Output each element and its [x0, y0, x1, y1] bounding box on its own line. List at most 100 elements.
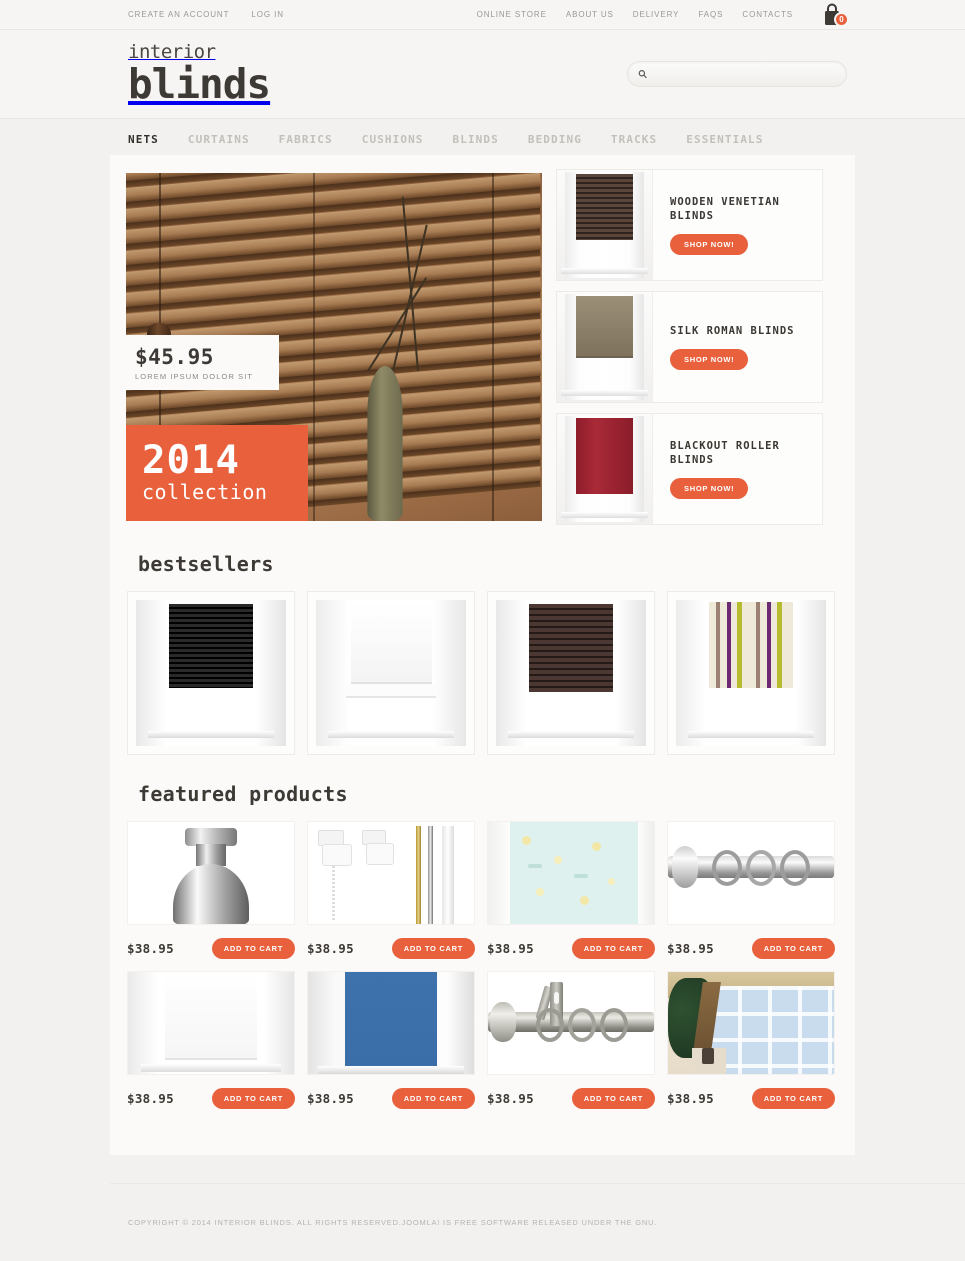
venetian-blind-graphic: [576, 174, 633, 240]
promo-title: BLACKOUT ROLLER BLINDS: [670, 439, 780, 466]
bestseller-card[interactable]: [127, 591, 295, 755]
featured-product-item: $38.95 ADD TO CART: [667, 971, 835, 1109]
shop-now-button[interactable]: SHOP NOW!: [670, 478, 749, 500]
about-us-link[interactable]: ABOUT US: [566, 10, 614, 19]
promo-thumb: [557, 414, 653, 524]
roller-blind-graphic: [576, 418, 633, 494]
search-input[interactable]: [653, 69, 836, 79]
bestseller-card[interactable]: [667, 591, 835, 755]
product-price: $38.95: [127, 1091, 174, 1106]
white-roller-blind-image[interactable]: [127, 971, 295, 1075]
blue-roller-blind-image[interactable]: [307, 971, 475, 1075]
promo-title: SILK ROMAN BLINDS: [670, 324, 795, 337]
hero-banner[interactable]: $45.95 LOREM IPSUM DOLOR SIT 2014 collec…: [122, 169, 546, 525]
hero-row: $45.95 LOREM IPSUM DOLOR SIT 2014 collec…: [122, 169, 843, 525]
product-price: $38.95: [667, 1091, 714, 1106]
pewter-curtain-pole-image[interactable]: [487, 971, 655, 1075]
curtain-track-brackets-image[interactable]: [307, 821, 475, 925]
shop-now-button[interactable]: SHOP NOW!: [670, 349, 749, 371]
promo-body: SILK ROMAN BLINDS SHOP NOW!: [653, 292, 822, 402]
conservatory-pleated-blinds-image[interactable]: [667, 971, 835, 1075]
hero-subtitle: LOREM IPSUM DOLOR SIT: [135, 372, 254, 381]
create-account-link[interactable]: CREATE AN ACCOUNT: [128, 10, 229, 19]
main-navigation: NETS CURTAINS FABRICS CUSHIONS BLINDS BE…: [0, 118, 965, 160]
hero-year: 2014: [142, 437, 240, 483]
chrome-finial-image[interactable]: [127, 821, 295, 925]
add-to-cart-button[interactable]: ADD TO CART: [211, 938, 295, 959]
add-to-cart-button[interactable]: ADD TO CART: [211, 1088, 295, 1109]
promo-card-silk-roman[interactable]: SILK ROMAN BLINDS SHOP NOW!: [556, 291, 823, 403]
featured-product-item: $38.95 ADD TO CART: [307, 971, 475, 1109]
steel-curtain-pole-rings-image[interactable]: [667, 821, 835, 925]
featured-product-item: $38.95 ADD TO CART: [127, 971, 295, 1109]
footer: COPYRIGHT © 2014 INTERIOR BLINDS. ALL RI…: [110, 1183, 965, 1261]
roman-blind-graphic: [576, 296, 633, 358]
bestsellers-heading: bestsellers: [138, 552, 274, 576]
featured-product-row: $38.95 ADD TO CART: [667, 938, 835, 959]
promo-card-blackout-roller[interactable]: BLACKOUT ROLLER BLINDS SHOP NOW!: [556, 413, 823, 525]
add-to-cart-button[interactable]: ADD TO CART: [751, 938, 835, 959]
log-in-link[interactable]: LOG IN: [251, 10, 284, 19]
featured-product-item: $38.95 ADD TO CART: [667, 821, 835, 959]
nav-item-curtains[interactable]: CURTAINS: [188, 133, 250, 146]
add-to-cart-button[interactable]: ADD TO CART: [751, 1088, 835, 1109]
featured-product-row: $38.95 ADD TO CART: [127, 1088, 295, 1109]
bestseller-card[interactable]: [307, 591, 475, 755]
promo-body: WOODEN VENETIAN BLINDS SHOP NOW!: [653, 170, 822, 280]
promo-card-wooden-venetian[interactable]: WOODEN VENETIAN BLINDS SHOP NOW!: [556, 169, 823, 281]
add-to-cart-button[interactable]: ADD TO CART: [391, 1088, 475, 1109]
add-to-cart-button[interactable]: ADD TO CART: [571, 1088, 655, 1109]
delivery-link[interactable]: DELIVERY: [633, 10, 680, 19]
copyright-text: COPYRIGHT © 2014 INTERIOR BLINDS. ALL RI…: [128, 1218, 658, 1227]
striped-roman-blind-image: [676, 600, 826, 746]
cart-button[interactable]: 0: [821, 3, 849, 27]
product-price: $38.95: [487, 1091, 534, 1106]
promo-thumb: [557, 292, 653, 402]
cart-count-badge: 0: [834, 11, 849, 27]
featured-products-heading: featured products: [138, 782, 348, 806]
featured-product-row: $38.95 ADD TO CART: [487, 938, 655, 959]
promo-cards: WOODEN VENETIAN BLINDS SHOP NOW! SILK RO…: [556, 169, 823, 525]
product-price: $38.95: [667, 941, 714, 956]
nav-item-nets[interactable]: NETS: [128, 133, 159, 146]
online-store-link[interactable]: ONLINE STORE: [477, 10, 547, 19]
nav-item-cushions[interactable]: CUSHIONS: [362, 133, 424, 146]
header: interior blinds: [0, 30, 965, 118]
featured-product-row: $38.95 ADD TO CART: [307, 938, 475, 959]
hero-collection-banner[interactable]: 2014 collection: [126, 424, 308, 521]
promo-body: BLACKOUT ROLLER BLINDS SHOP NOW!: [653, 414, 822, 524]
product-price: $38.95: [307, 1091, 354, 1106]
promo-thumb: [557, 170, 653, 280]
topbar-left-links: CREATE AN ACCOUNT LOG IN: [128, 10, 284, 19]
bestseller-card[interactable]: [487, 591, 655, 755]
logo-main-text: blinds: [128, 60, 271, 108]
featured-product-row: $38.95 ADD TO CART: [127, 938, 295, 959]
floral-patterned-blind-image[interactable]: [487, 821, 655, 925]
nav-item-bedding[interactable]: BEDDING: [528, 133, 582, 146]
black-venetian-blind-image: [136, 600, 286, 746]
featured-product-row: $38.95 ADD TO CART: [667, 1088, 835, 1109]
white-roman-blind-image: [316, 600, 466, 746]
product-price: $38.95: [127, 941, 174, 956]
featured-product-row: $38.95 ADD TO CART: [487, 1088, 655, 1109]
search-box[interactable]: [627, 61, 847, 87]
topbar: CREATE AN ACCOUNT LOG IN ONLINE STORE AB…: [0, 0, 965, 30]
nav-item-essentials[interactable]: ESSENTIALS: [686, 133, 763, 146]
site-logo[interactable]: interior blinds: [128, 43, 271, 108]
nav-item-blinds[interactable]: BLINDS: [453, 133, 499, 146]
featured-product-item: $38.95 ADD TO CART: [487, 821, 655, 959]
hero-price-card: $45.95 LOREM IPSUM DOLOR SIT: [126, 335, 280, 390]
hero-price: $45.95: [135, 345, 214, 369]
topbar-right-links: ONLINE STORE ABOUT US DELIVERY FAQS CONT…: [477, 3, 849, 27]
shop-now-button[interactable]: SHOP NOW!: [670, 234, 749, 256]
bestsellers-grid: [122, 591, 843, 755]
nav-item-fabrics[interactable]: FABRICS: [279, 133, 333, 146]
nav-item-tracks[interactable]: TRACKS: [611, 133, 657, 146]
add-to-cart-button[interactable]: ADD TO CART: [571, 938, 655, 959]
hero-vase: [367, 366, 403, 521]
hero-collection-label: collection: [142, 480, 268, 504]
contacts-link[interactable]: CONTACTS: [742, 10, 793, 19]
product-price: $38.95: [487, 941, 534, 956]
faqs-link[interactable]: FAQS: [698, 10, 723, 19]
add-to-cart-button[interactable]: ADD TO CART: [391, 938, 475, 959]
